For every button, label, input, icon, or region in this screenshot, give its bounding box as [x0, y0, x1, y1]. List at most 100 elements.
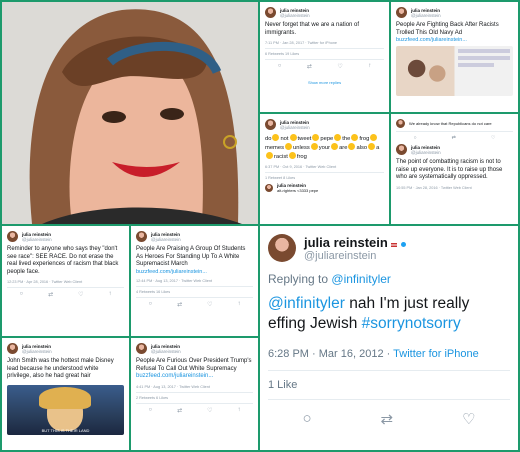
tweet-card-combatting-racism[interactable]: We already know that Republicans do not …: [391, 114, 518, 224]
display-name: julia reinstein: [22, 343, 52, 349]
share-icon[interactable]: ↑: [237, 407, 240, 414]
photo-panel: [2, 2, 258, 224]
action-bar: ○ ⇄ ♡ ↑: [136, 296, 253, 308]
tweet-meta: 10:55 PM · Jan 28, 2016 · Twitter Web Cl…: [396, 185, 472, 190]
reply-icon[interactable]: ○: [19, 291, 23, 298]
like-icon[interactable]: ♡: [462, 410, 475, 428]
action-bar: ○ ⇄ ♡ ↑: [265, 59, 384, 70]
handle: @juliareinstein: [22, 348, 52, 354]
tweet-stats: 6 Retweets 19 Likes: [265, 48, 384, 56]
like-count: 1 Like: [268, 370, 510, 391]
article-link[interactable]: buzzfeed.com/juliareinstein...: [396, 37, 513, 43]
tweet-card-see-race[interactable]: julia reinstein @juliareinstein Reminder…: [2, 226, 129, 336]
like-icon[interactable]: ♡: [207, 407, 212, 414]
tweet-card-students[interactable]: julia reinstein @juliareinstein People A…: [131, 226, 258, 336]
tweet-text-clap: do not tweet pepe the frogmemes unless your are a…: [265, 134, 380, 160]
client-link[interactable]: Twitter for iPhone: [393, 348, 479, 360]
like-icon[interactable]: ♡: [207, 301, 212, 308]
tweet-card-old-navy[interactable]: julia reinstein @juliareinstein People A…: [391, 2, 518, 112]
tweet-meta: 6:37 PM · Oct 9, 2016 · Twitter Web Clie…: [265, 165, 337, 169]
tweet-meta: 4:41 PM · Aug 13, 2017 · Twitter Web Cli…: [136, 384, 210, 389]
tweet-text: People Are Praising A Group Of Students …: [136, 246, 246, 267]
article-image: [396, 46, 513, 96]
verified-icon: [401, 241, 407, 247]
handle: @juliareinstein: [411, 12, 441, 18]
handle: @juliareinstein: [280, 124, 310, 130]
retweet-icon[interactable]: ⇄: [381, 410, 394, 428]
tweet-meta: 6:28 PM · Mar 16, 2012 · Twitter for iPh…: [268, 348, 479, 360]
tweet-text: People Are Furious Over President Trump'…: [136, 358, 252, 379]
display-name: julia reinstein: [280, 119, 310, 125]
reply-icon[interactable]: ○: [414, 135, 417, 141]
display-name: julia reinstein: [411, 7, 441, 13]
display-name: julia reinstein: [151, 343, 181, 349]
quoted-text: We already know that Republicans do not …: [409, 121, 492, 126]
tweet-text: Never forget that we are a nation of imm…: [265, 22, 360, 36]
avatar: [7, 343, 18, 354]
article-link[interactable]: buzzfeed.com/juliareinstein...: [136, 269, 253, 275]
reply-icon[interactable]: ○: [278, 63, 282, 70]
retweet-icon[interactable]: ⇄: [177, 407, 182, 414]
tweet-card-immigrants[interactable]: julia reinstein @juliareinstein Never fo…: [260, 2, 389, 112]
reply-icon[interactable]: ○: [302, 410, 311, 428]
share-icon[interactable]: ↑: [368, 63, 371, 70]
avatar: [268, 234, 296, 262]
action-bar: ○ ⇄ ♡ ↑: [7, 287, 124, 298]
flag-icon: [391, 242, 398, 247]
tweet-stats: 4 Retweets 16 Likes: [136, 285, 253, 294]
display-name: julia reinstein: [22, 231, 52, 237]
reply-context: Replying to @infinityler: [268, 272, 391, 286]
handle: @juliareinstein: [151, 348, 181, 354]
tweet-card-trump[interactable]: julia reinstein @juliareinstein People A…: [131, 338, 258, 450]
avatar: [7, 231, 18, 242]
tweet-text: People Are Fighting Back After Racists T…: [396, 22, 499, 36]
like-icon[interactable]: ♡: [78, 291, 83, 298]
avatar: [265, 7, 276, 18]
action-bar: ○ ⇄ ♡: [396, 131, 513, 141]
reply-icon[interactable]: ○: [148, 407, 152, 414]
article-link[interactable]: buzzfeed.com/juliareinstein...: [136, 373, 213, 379]
like-icon[interactable]: ♡: [337, 63, 342, 70]
share-icon[interactable]: ↑: [108, 291, 111, 298]
tweet-text: The point of combatting racism is not to…: [396, 159, 503, 180]
tweet-card-john-smith[interactable]: julia reinstein @juliareinstein John Smi…: [2, 338, 129, 450]
action-bar: ○ ⇄ ♡: [268, 399, 510, 428]
tweet-card-featured[interactable]: julia reinstein @juliareinstein Replying…: [260, 226, 518, 450]
handle: @juliareinstein: [411, 149, 441, 155]
show-more-replies-link[interactable]: Show more replies: [265, 80, 384, 85]
handle: @juliareinstein: [151, 236, 181, 242]
tweet-stats: 2 Retweets 6 Likes: [136, 391, 253, 400]
mention-link[interactable]: @infinityler: [268, 295, 345, 312]
retweet-icon[interactable]: ⇄: [48, 291, 53, 298]
avatar: [396, 144, 407, 155]
handle: @juliareinstein: [22, 236, 52, 242]
portrait-photo: [2, 2, 258, 224]
retweet-icon[interactable]: ⇄: [177, 301, 182, 308]
avatar: [396, 119, 405, 128]
avatar: [396, 7, 407, 18]
tweet-meta: 7:11 PM · Jan 28, 2017 · Twitter for iPh…: [265, 41, 338, 45]
hashtag-link[interactable]: #sorrynotsorry: [362, 315, 461, 332]
tweet-text: Reminder to anyone who says they "don't …: [7, 246, 119, 275]
display-name: julia reinstein: [151, 231, 181, 237]
display-name: julia reinstein: [411, 144, 441, 150]
avatar: [136, 231, 147, 242]
avatar: [265, 119, 276, 130]
tweet-card-pepe[interactable]: julia reinstein @juliareinstein do not twe…: [260, 114, 389, 224]
like-icon[interactable]: ♡: [491, 135, 495, 141]
reply-to-link[interactable]: @infinityler: [331, 272, 391, 286]
action-bar: ○ ⇄ ♡ ↑: [136, 402, 253, 414]
avatar: [136, 343, 147, 354]
subtitle-caption: BUT THIS IS THEIR LAND: [41, 427, 90, 433]
tweet-meta: 12:44 PM · Aug 13, 2017 · Twitter Web Cl…: [136, 278, 213, 283]
tweet-text: John Smith was the hottest male Disney l…: [7, 358, 114, 379]
tweet-meta: 12:23 PM · Apr 28, 2016 · Twitter Web Cl…: [7, 280, 83, 284]
retweet-icon[interactable]: ⇄: [452, 135, 456, 141]
reply-icon[interactable]: ○: [148, 301, 152, 308]
retweet-icon[interactable]: ⇄: [307, 63, 312, 70]
share-icon[interactable]: ↑: [237, 301, 240, 308]
quoted-reply: julia reinstein alt-righters <3333 pepe: [265, 183, 384, 193]
tweet-stats: 1 Retweet 8 Likes: [265, 172, 384, 180]
tweet-text: @infinityler nah I'm just really effing …: [268, 295, 470, 332]
avatar: [265, 184, 273, 192]
